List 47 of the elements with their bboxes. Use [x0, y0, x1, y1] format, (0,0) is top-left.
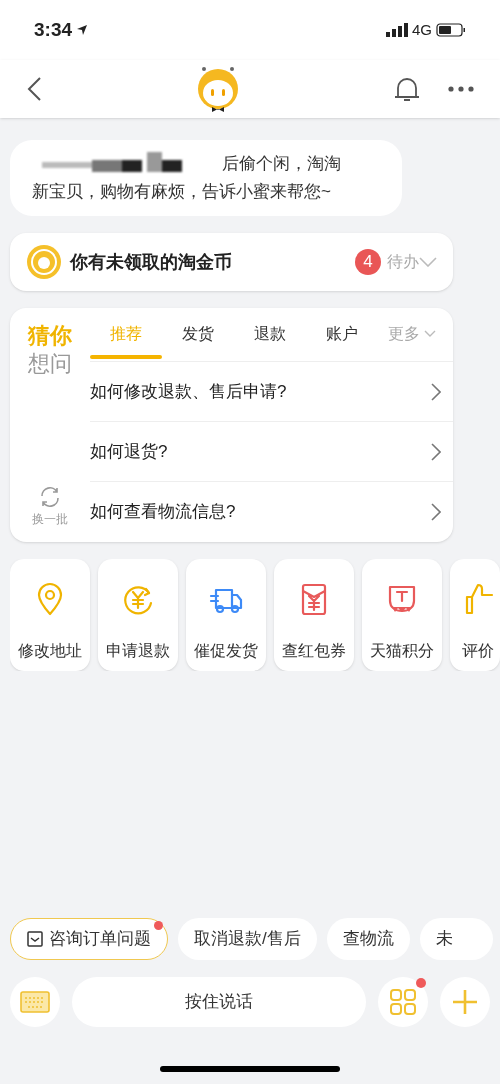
action-tile[interactable]: 修改地址: [10, 559, 90, 671]
back-icon[interactable]: [26, 76, 42, 102]
signal-icon: [386, 23, 408, 37]
refresh-icon[interactable]: [39, 486, 61, 508]
quick-reply-chip[interactable]: 查物流: [326, 918, 410, 960]
keyboard-icon: [20, 991, 50, 1013]
apps-button[interactable]: [378, 977, 428, 1027]
add-button[interactable]: [440, 977, 490, 1027]
faq-title: 想问: [28, 350, 72, 378]
action-tile[interactable]: 催促发货: [186, 559, 266, 671]
coin-text: 你有未领取的淘金币: [70, 250, 232, 274]
chevron-right-icon: [431, 382, 441, 401]
quick-reply-chip[interactable]: 咨询订单问题: [10, 918, 168, 960]
plus-icon: [452, 989, 478, 1015]
bubble-text-line: 新宝贝，购物有麻烦，告诉小蜜来帮您~: [32, 181, 332, 203]
order-icon: [27, 931, 43, 947]
chevron-right-icon: [431, 503, 441, 521]
status-time: 3:34: [34, 17, 73, 42]
coin-card[interactable]: 你有未领取的淘金币 4 待办: [10, 233, 453, 291]
bubble-text-line: 后偷个闲，淘淘: [222, 153, 341, 175]
more-icon[interactable]: [448, 86, 474, 92]
bell-icon[interactable]: [394, 75, 420, 103]
question-item[interactable]: 如何修改退款、售后申请?: [90, 362, 453, 422]
coin-icon: [26, 244, 62, 280]
action-tile[interactable]: 评价: [450, 559, 500, 671]
category-tab[interactable]: 发货: [162, 307, 234, 361]
chevron-down-icon: [424, 330, 436, 338]
mascot-logo: [196, 65, 240, 113]
category-tab[interactable]: 退款: [234, 307, 306, 361]
grid-icon: [390, 989, 416, 1015]
chevron-right-icon: [431, 442, 441, 461]
battery-icon: [436, 23, 466, 37]
action-tile[interactable]: 天猫积分: [362, 559, 442, 671]
category-tab[interactable]: 账户: [306, 307, 378, 361]
hold-to-talk-button[interactable]: 按住说话: [72, 977, 366, 1027]
action-tile[interactable]: 申请退款: [98, 559, 178, 671]
todo-label: 待办: [387, 252, 419, 272]
network-label: 4G: [412, 19, 432, 40]
location-arrow-icon: [76, 24, 89, 36]
action-tile[interactable]: 查红包券: [274, 559, 354, 671]
question-item[interactable]: 如何查看物流信息?: [90, 482, 453, 542]
faq-title: 猜你: [28, 322, 72, 350]
count-badge: 4: [355, 249, 381, 275]
chevron-down-icon: [419, 257, 437, 267]
quick-reply-chip[interactable]: 取消退款/售后: [178, 918, 317, 960]
question-item[interactable]: 如何退货?: [90, 422, 453, 482]
quick-reply-chip[interactable]: 未: [419, 918, 493, 960]
